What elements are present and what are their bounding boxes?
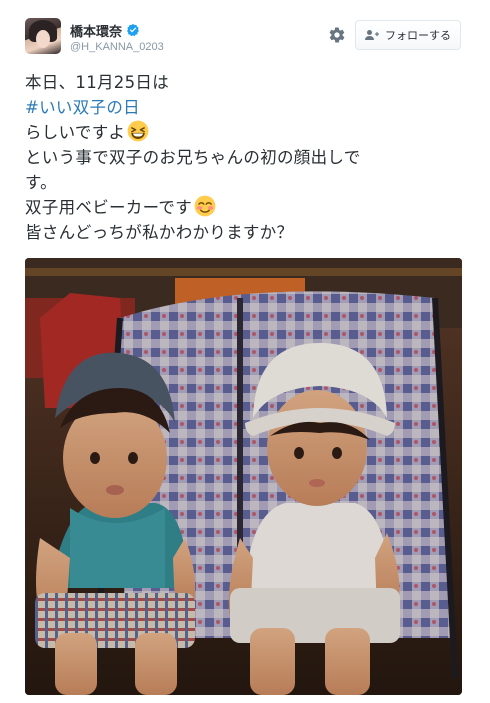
follow-button[interactable]: フォローする (355, 20, 461, 50)
tweet-line: 本日、11月25日は (25, 73, 169, 92)
tweet-line: 皆さんどっちが私かわかりますか？ (25, 223, 294, 242)
tweet-text: 本日、11月25日は #いい双子の日 らしいですよ という事で双子のお兄ちゃんの… (25, 70, 465, 245)
smiling-blush-face-emoji-icon (194, 195, 216, 217)
laughing-face-emoji-icon (127, 120, 149, 142)
tweet-line: という事で双子のお兄ちゃんの初の顔出しで (25, 148, 361, 167)
follow-person-plus-icon (365, 30, 379, 40)
user-handle[interactable]: @H_KANNA_0203 (70, 41, 164, 53)
tweet-line-with-emoji: 双子用ベビーカーです (25, 195, 465, 220)
user-name-row[interactable]: 橋本環奈 (70, 21, 140, 40)
gear-icon[interactable] (328, 26, 346, 44)
follow-button-label: フォローする (385, 29, 451, 42)
tweet-line-with-emoji: らしいですよ (25, 120, 465, 145)
tweet-line: す。 (25, 173, 57, 192)
verified-badge-icon (127, 23, 139, 37)
avatar[interactable] (25, 18, 61, 54)
tweet-photo[interactable] (25, 258, 462, 695)
twins-in-stroller-photo (25, 258, 462, 695)
hashtag-link[interactable]: #いい双子の日 (25, 98, 140, 117)
tweet-header: 橋本環奈 @H_KANNA_0203 フォローする (0, 0, 490, 64)
display-name[interactable]: 橋本環奈 (70, 21, 122, 40)
